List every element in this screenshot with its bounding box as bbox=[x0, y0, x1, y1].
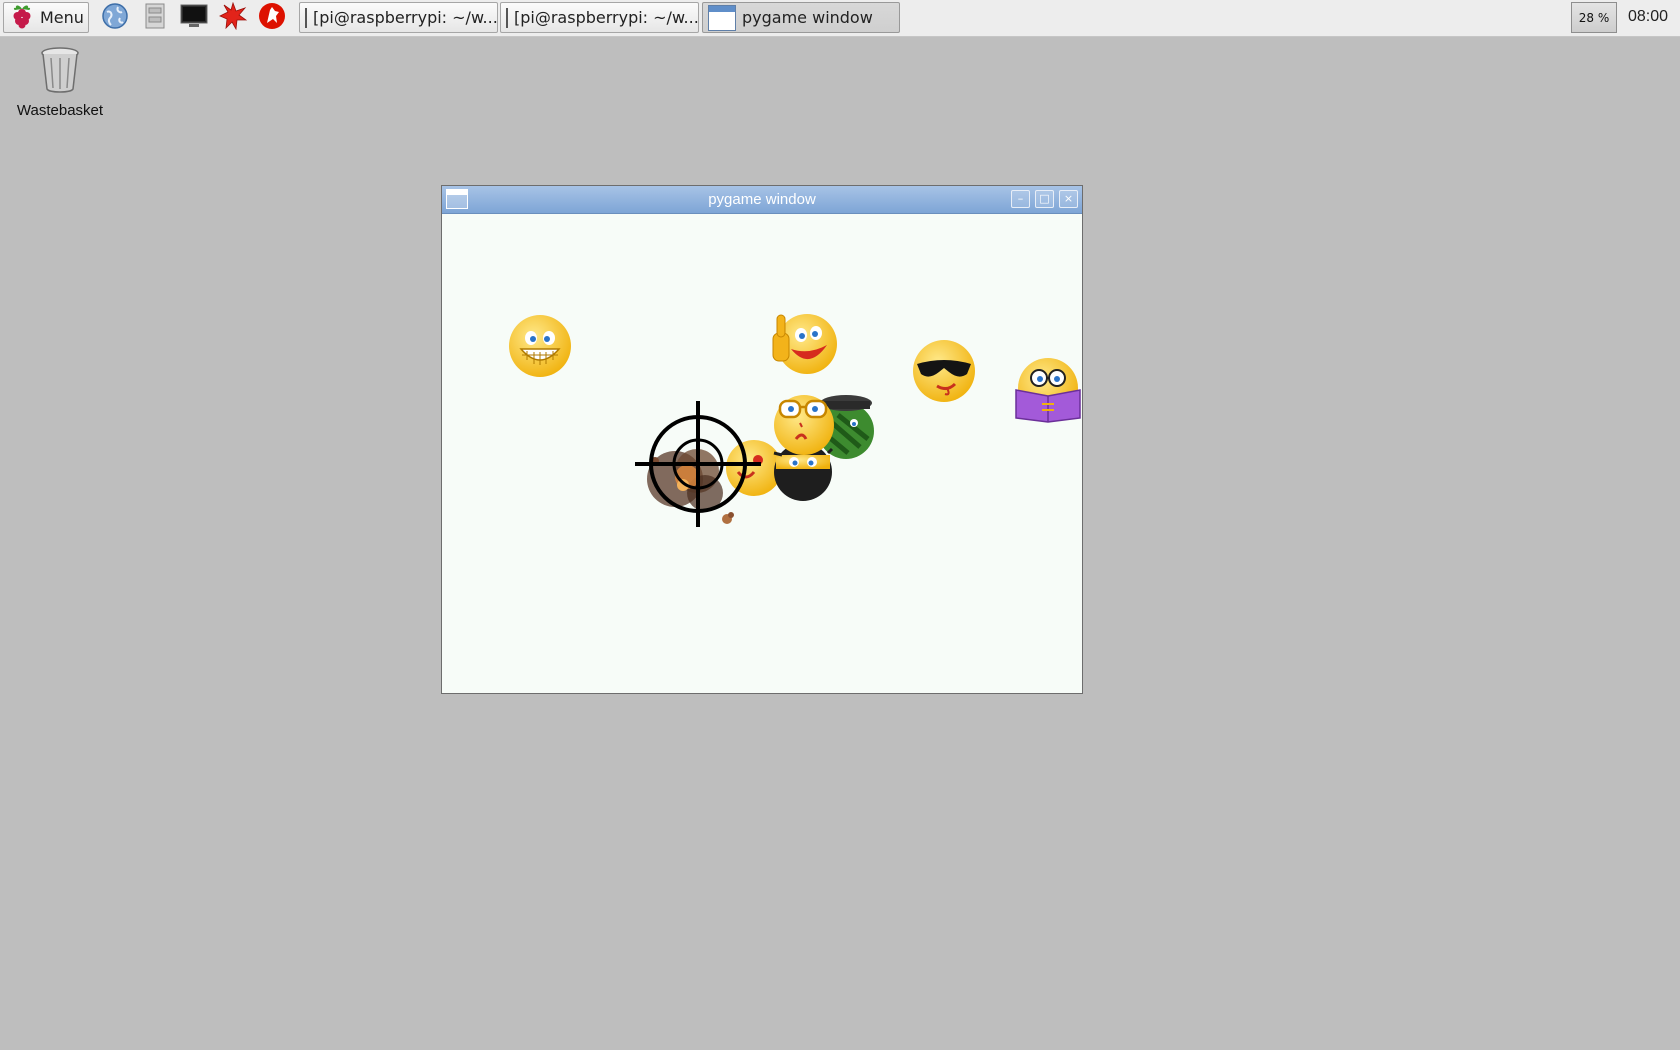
browser-icon bbox=[101, 2, 129, 34]
minimize-icon: – bbox=[1017, 192, 1024, 205]
file-manager-launcher[interactable] bbox=[140, 3, 170, 33]
sunglasses-smiley[interactable] bbox=[911, 338, 977, 404]
task-terminal-2[interactable]: [pi@raspberrypi: ~/w... bbox=[500, 2, 699, 33]
mathematica-icon bbox=[219, 1, 248, 34]
close-icon: × bbox=[1063, 192, 1074, 205]
window-title: pygame window bbox=[708, 191, 816, 208]
taskbar: Menu [pi@raspberrypi: ~/w... [pi@raspber… bbox=[0, 0, 1680, 37]
task-label: pygame window bbox=[742, 8, 873, 27]
game-canvas[interactable] bbox=[442, 214, 1082, 693]
grinning-smiley[interactable] bbox=[507, 313, 573, 379]
file-manager-icon bbox=[144, 3, 166, 33]
window-titlebar[interactable]: pygame window – □ × bbox=[442, 186, 1082, 214]
terminal-icon bbox=[305, 7, 307, 28]
task-terminal-1[interactable]: [pi@raspberrypi: ~/w... bbox=[299, 2, 498, 33]
trash-icon bbox=[39, 47, 81, 98]
wolfram-icon bbox=[258, 2, 286, 34]
thumbs-up-smiley[interactable] bbox=[771, 311, 837, 377]
task-label: [pi@raspberrypi: ~/w... bbox=[313, 8, 498, 27]
task-pygame-window[interactable]: pygame window bbox=[702, 2, 900, 33]
raspberry-icon bbox=[10, 3, 34, 33]
browser-launcher[interactable] bbox=[100, 3, 130, 33]
crosshair[interactable] bbox=[633, 399, 763, 529]
cpu-monitor[interactable]: 28 % bbox=[1571, 2, 1617, 33]
pygame-window: pygame window – □ × bbox=[441, 185, 1083, 694]
task-label: [pi@raspberrypi: ~/w... bbox=[514, 8, 699, 27]
menu-label: Menu bbox=[40, 8, 84, 27]
mathematica-launcher[interactable] bbox=[218, 1, 248, 34]
close-button[interactable]: × bbox=[1059, 190, 1078, 208]
wastebasket-label: Wastebasket bbox=[16, 102, 104, 119]
glasses-smiley[interactable] bbox=[772, 393, 836, 457]
clock[interactable]: 08:00 bbox=[1628, 8, 1668, 26]
desktop-icon-wastebasket[interactable]: Wastebasket bbox=[8, 46, 112, 119]
window-icon bbox=[708, 4, 736, 31]
maximize-icon: □ bbox=[1039, 192, 1050, 205]
terminal-launcher[interactable] bbox=[179, 3, 209, 33]
terminal-icon bbox=[180, 3, 208, 33]
maximize-button[interactable]: □ bbox=[1035, 190, 1054, 208]
reading-smiley[interactable] bbox=[1014, 356, 1082, 424]
minimize-button[interactable]: – bbox=[1011, 190, 1030, 208]
menu-button[interactable]: Menu bbox=[3, 2, 89, 33]
terminal-icon bbox=[506, 7, 508, 28]
wolfram-launcher[interactable] bbox=[257, 3, 287, 33]
